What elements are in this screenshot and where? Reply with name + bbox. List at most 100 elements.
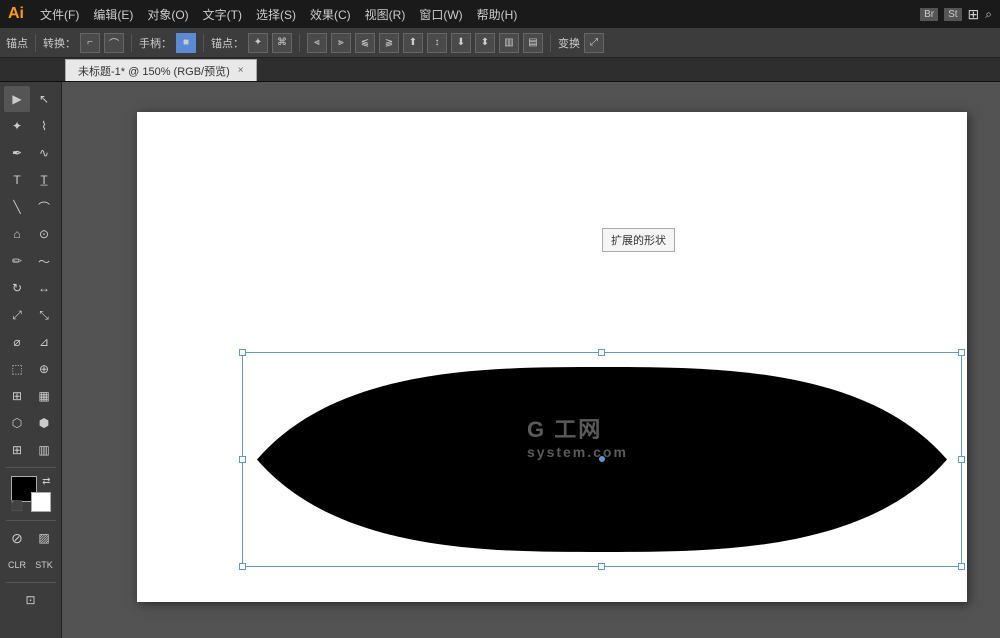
mesh-tool-btn[interactable]: ⊞ (4, 437, 30, 463)
menu-select[interactable]: 选择(S) (250, 4, 302, 25)
tooltip: 扩展的形状 (602, 228, 675, 252)
shear-tool-btn[interactable]: ⤡ (31, 302, 57, 328)
anchor-point-label: 锚点： (211, 35, 244, 51)
menu-file[interactable]: 文件(F) (34, 4, 85, 25)
width-tool-btn[interactable]: ⊿ (31, 329, 57, 355)
stock-icon[interactable]: St (944, 8, 961, 21)
align-left-btn[interactable]: ⫷ (307, 33, 327, 53)
selection-tool-btn[interactable]: ▶ (4, 86, 30, 112)
tool-row-8: ↻ ↔ (4, 275, 57, 301)
handle-top-middle[interactable] (598, 349, 605, 356)
menu-window[interactable]: 窗口(W) (413, 4, 468, 25)
toolbar-separator-4 (299, 34, 300, 52)
live-paint-btn[interactable]: ▦ (31, 383, 57, 409)
curvature-tool-btn[interactable]: ∿ (31, 140, 57, 166)
arc-tool-btn[interactable]: ⌒ (31, 194, 57, 220)
direct-select-tool-btn[interactable]: ↖ (31, 86, 57, 112)
handle-bottom-left[interactable] (239, 563, 246, 570)
menu-object[interactable]: 对象(O) (141, 4, 194, 25)
scale-tool-btn[interactable]: ⤢ (4, 302, 30, 328)
reflect-tool-btn[interactable]: ↔ (31, 275, 57, 301)
tool-separator-1 (6, 467, 56, 468)
magic-wand-tool-btn[interactable]: ✦ (4, 113, 30, 139)
gradient-tool-btn[interactable]: ▥ (31, 437, 57, 463)
tooltip-text: 扩展的形状 (611, 235, 666, 247)
draw-mode-btn[interactable]: ⊡ (18, 587, 44, 613)
convert-smooth-btn[interactable]: ⌒ (104, 33, 124, 53)
tab-close-btn[interactable]: × (238, 65, 244, 76)
handle-bottom-right[interactable] (958, 563, 965, 570)
menu-text[interactable]: 文字(T) (197, 4, 248, 25)
tool-row-12: ⊞ ▦ (4, 383, 57, 409)
toolbar-separator-1 (35, 34, 36, 52)
search-icon[interactable]: ⌕ (985, 7, 992, 22)
document-tab[interactable]: 未标题-1* @ 150% (RGB/预览) × (65, 59, 257, 81)
tool-row-13: ⬡ ⬢ (4, 410, 57, 436)
handle-sym-btn[interactable]: ■ (176, 33, 196, 53)
anchor-label: 锚点 (6, 35, 28, 51)
tool-row-1: ▶ ↖ (4, 86, 57, 112)
tool-row-17: ⊡ (18, 587, 44, 613)
convert-corner-btn[interactable]: ⌐ (80, 33, 100, 53)
tab-title: 未标题-1* @ 150% (RGB/预览) (78, 63, 230, 79)
pencil-tool-btn[interactable]: ✏ (4, 248, 30, 274)
artboard: 扩展的形状 G 工网 system.com (137, 112, 967, 602)
handle-bottom-middle[interactable] (598, 563, 605, 570)
color-selector: ⇄ ⬛ (11, 476, 51, 512)
menu-effect[interactable]: 效果(C) (304, 4, 357, 25)
transform-warp-btn[interactable]: ⤢ (584, 33, 604, 53)
dist-h-btn[interactable]: ⫺ (379, 33, 399, 53)
handle-top-left[interactable] (239, 349, 246, 356)
more-align-btn1[interactable]: ▥ (499, 33, 519, 53)
free-transform-btn[interactable]: ⬚ (4, 356, 30, 382)
anchor-smooth-btn[interactable]: ⌘ (272, 33, 292, 53)
none-color-btn[interactable]: ⊘ (4, 525, 30, 551)
dist-v-btn[interactable]: ⬍ (475, 33, 495, 53)
pen-tool-btn[interactable]: ✒ (4, 140, 30, 166)
touch-type-btn[interactable]: T̲ (31, 167, 57, 193)
smooth-tool-btn[interactable]: 〜 (31, 248, 57, 274)
brush-defs-btn[interactable]: STK (31, 552, 57, 578)
align-right-btn[interactable]: ⫹ (355, 33, 375, 53)
workspace-icon[interactable]: ⊞ (968, 6, 980, 23)
tool-separator-2 (6, 520, 56, 521)
menu-edit[interactable]: 编辑(E) (87, 4, 139, 25)
handle-middle-left[interactable] (239, 456, 246, 463)
paintbrush-tool-btn[interactable]: ⌂ (4, 221, 30, 247)
anchor-edit-btn[interactable]: ✦ (248, 33, 268, 53)
tool-row-4: T T̲ (4, 167, 57, 193)
align-hcenter-btn[interactable]: ⫸ (331, 33, 351, 53)
bridge-icon[interactable]: Br (920, 8, 938, 21)
reset-colors-icon[interactable]: ⬛ (11, 501, 23, 512)
align-top-btn[interactable]: ⬆ (403, 33, 423, 53)
swap-colors-icon[interactable]: ⇄ (42, 476, 50, 487)
color-mode-btn[interactable]: CLR (4, 552, 30, 578)
line-tool-btn[interactable]: ╲ (4, 194, 30, 220)
align-vcenter-btn[interactable]: ↕ (427, 33, 447, 53)
handle-label: 手柄： (139, 35, 172, 51)
menu-help[interactable]: 帮助(H) (471, 4, 524, 25)
secondary-toolbar: 锚点 转换： ⌐ ⌒ 手柄： ■ 锚点： ✦ ⌘ ⫷ ⫸ ⫹ ⫺ ⬆ ↕ ⬇ ⬍… (0, 28, 1000, 58)
left-toolbar: ▶ ↖ ✦ ⌇ ✒ ∿ T T̲ ╲ ⌒ ⌂ ⊙ ✏ 〜 ↻ ↔ (0, 82, 62, 638)
perspective-grid-btn[interactable]: ⬡ (4, 410, 30, 436)
tool-row-9: ⤢ ⤡ (4, 302, 57, 328)
lasso-tool-btn[interactable]: ⌇ (31, 113, 57, 139)
background-color[interactable] (31, 492, 51, 512)
type-tool-btn[interactable]: T (4, 167, 30, 193)
shape-builder-btn[interactable]: ⊞ (4, 383, 30, 409)
app-logo: Ai (8, 5, 24, 23)
toolbar-separator-5 (550, 34, 551, 52)
tool-row-7: ✏ 〜 (4, 248, 57, 274)
gradient-fill-btn[interactable]: ▨ (31, 525, 57, 551)
tool-row-16: CLR STK (4, 552, 57, 578)
handle-middle-right[interactable] (958, 456, 965, 463)
blob-brush-btn[interactable]: ⊙ (31, 221, 57, 247)
more-align-btn2[interactable]: ▤ (523, 33, 543, 53)
rotate-tool-btn[interactable]: ↻ (4, 275, 30, 301)
align-bottom-btn[interactable]: ⬇ (451, 33, 471, 53)
puppet-warp-btn[interactable]: ⊕ (31, 356, 57, 382)
handle-top-right[interactable] (958, 349, 965, 356)
warp-tool-btn[interactable]: ⌀ (4, 329, 30, 355)
menu-view[interactable]: 视图(R) (359, 4, 412, 25)
perspective-sel-btn[interactable]: ⬢ (31, 410, 57, 436)
